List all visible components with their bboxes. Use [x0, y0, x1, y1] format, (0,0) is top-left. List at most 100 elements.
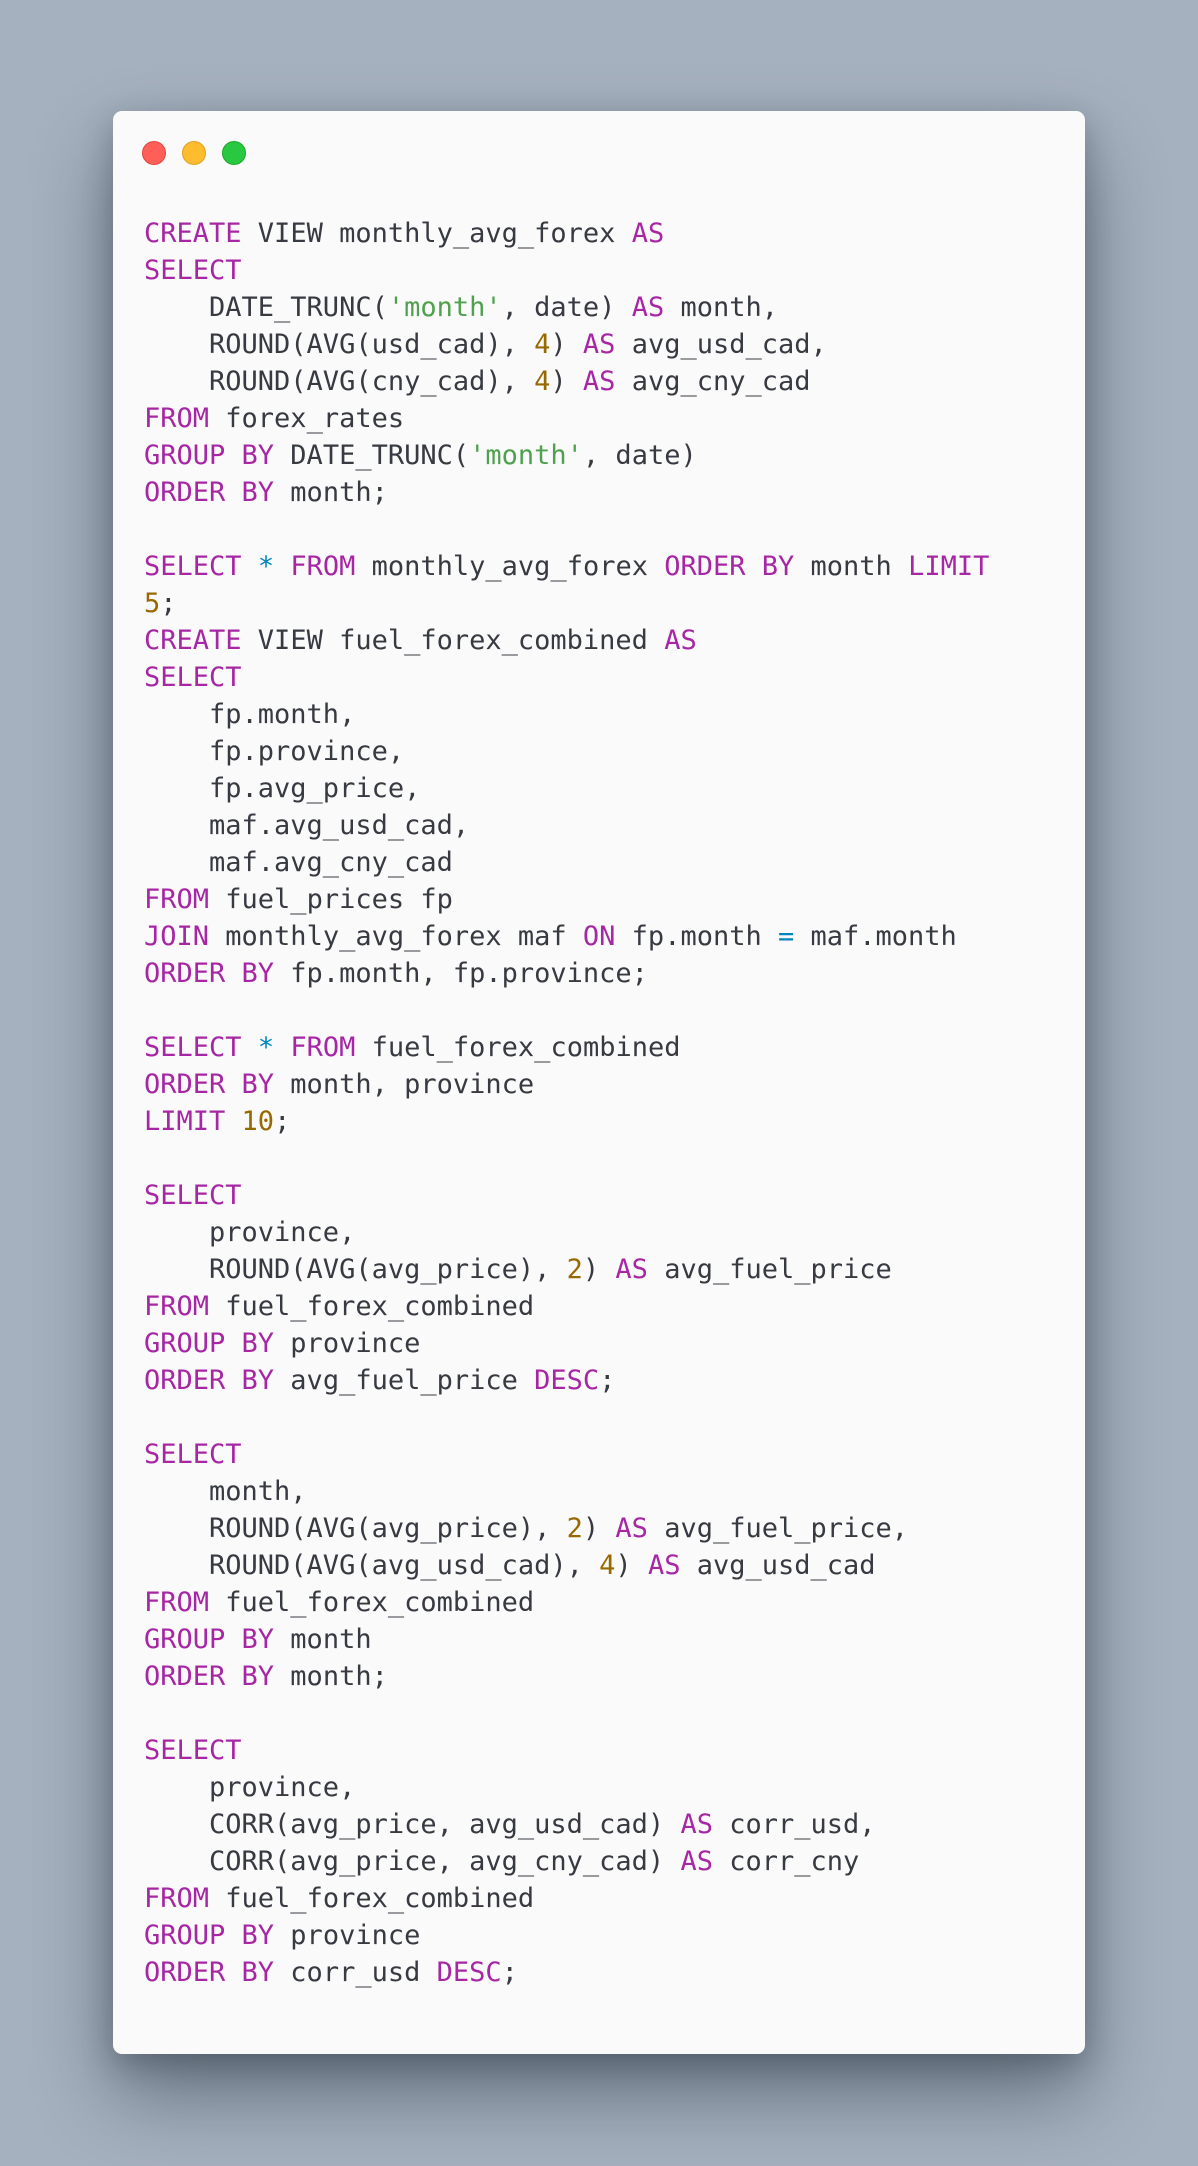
code-line: province,: [144, 1769, 989, 1806]
code-text: fuel_forex_combined: [355, 1032, 681, 1063]
code-text: avg_fuel_price,: [647, 1513, 909, 1544]
code-text: CORR(avg_price, avg_cny_cad): [144, 1846, 681, 1877]
sql-keyword: SELECT: [144, 1735, 242, 1766]
sql-keyword: LIMIT: [144, 1106, 226, 1137]
code-text: fuel_forex_combined: [209, 1291, 535, 1322]
code-text: DATE_TRUNC(: [274, 440, 470, 471]
sql-keyword: ORDER BY: [144, 477, 275, 508]
sql-keyword: SELECT: [144, 551, 242, 582]
sql-keyword: AS: [664, 625, 697, 656]
code-line: FROM forex_rates: [144, 400, 989, 437]
code-text: fuel_prices fp: [209, 884, 453, 915]
code-line: 5;: [144, 585, 989, 622]
sql-keyword: ORDER BY: [144, 1661, 275, 1692]
sql-keyword: DESC: [436, 1957, 502, 1988]
sql-keyword: LIMIT: [908, 551, 990, 582]
code-text: monthly_avg_forex maf: [209, 921, 583, 952]
sql-keyword: ORDER BY: [144, 958, 275, 989]
sql-keyword: FROM: [144, 1883, 210, 1914]
code-line: maf.avg_cny_cad: [144, 844, 989, 881]
sql-keyword: SELECT: [144, 1180, 242, 1211]
code-text: ): [550, 329, 583, 360]
code-text: province: [274, 1328, 421, 1359]
number-literal: 4: [534, 366, 551, 397]
sql-keyword: GROUP BY: [144, 1328, 275, 1359]
code-line: GROUP BY province: [144, 1917, 989, 1954]
sql-keyword: AS: [615, 1254, 648, 1285]
code-text: VIEW monthly_avg_forex: [241, 218, 632, 249]
code-text: maf.month: [794, 921, 957, 952]
code-line: ROUND(AVG(avg_usd_cad), 4) AS avg_usd_ca…: [144, 1547, 989, 1584]
sql-keyword: GROUP BY: [144, 1624, 275, 1655]
code-window: CREATE VIEW monthly_avg_forex AS SELECT D…: [113, 111, 1085, 2054]
code-text: ): [550, 366, 583, 397]
minimize-window-dot-icon[interactable]: [182, 141, 206, 165]
code-text: monthly_avg_forex: [355, 551, 665, 582]
code-line: SELECT: [144, 1177, 989, 1214]
code-line: ORDER BY month, province: [144, 1066, 989, 1103]
sql-keyword: ORDER BY: [144, 1069, 275, 1100]
code-line: GROUP BY month: [144, 1621, 989, 1658]
sql-keyword: SELECT: [144, 1032, 242, 1063]
code-text: avg_cny_cad: [615, 366, 811, 397]
code-line: fp.avg_price,: [144, 770, 989, 807]
code-text: ;: [501, 1957, 518, 1988]
code-text: fp.avg_price,: [144, 773, 421, 804]
code-text: ROUND(AVG(avg_price),: [144, 1254, 567, 1285]
code-text: ;: [599, 1365, 616, 1396]
sql-keyword: FROM: [144, 403, 210, 434]
code-line: SELECT: [144, 659, 989, 696]
string-literal: 'month': [469, 440, 583, 471]
code-line: SELECT * FROM monthly_avg_forex ORDER BY…: [144, 548, 989, 585]
code-text: fp.month: [615, 921, 778, 952]
number-literal: 10: [241, 1106, 275, 1137]
code-line: ORDER BY month;: [144, 1658, 989, 1695]
code-text: ROUND(AVG(cny_cad),: [144, 366, 535, 397]
code-line: CORR(avg_price, avg_usd_cad) AS corr_usd…: [144, 1806, 989, 1843]
sql-keyword: AS: [631, 218, 665, 249]
code-line: FROM fuel_forex_combined: [144, 1584, 989, 1621]
code-line: SELECT: [144, 1436, 989, 1473]
sql-keyword: ORDER BY: [144, 1365, 275, 1396]
sql-keyword: GROUP BY: [144, 1920, 275, 1951]
code-line: CREATE VIEW monthly_avg_forex AS: [144, 215, 989, 252]
code-text: ROUND(AVG(avg_usd_cad),: [144, 1550, 600, 1581]
number-literal: 2: [566, 1254, 583, 1285]
code-text: ): [582, 1513, 616, 1544]
code-text: month,: [144, 1476, 307, 1507]
code-line: DATE_TRUNC('month', date) AS month,: [144, 289, 989, 326]
sql-keyword: ON: [582, 921, 616, 952]
zoom-window-dot-icon[interactable]: [222, 141, 246, 165]
number-literal: 4: [534, 329, 551, 360]
sql-keyword: JOIN: [144, 921, 210, 952]
sql-keyword: AS: [615, 1513, 648, 1544]
operator: *: [257, 1032, 275, 1063]
code-line: ORDER BY corr_usd DESC;: [144, 1954, 989, 1991]
operator: =: [777, 921, 795, 952]
code-line: CREATE VIEW fuel_forex_combined AS: [144, 622, 989, 659]
sql-keyword: SELECT: [144, 255, 242, 286]
sql-keyword: FROM: [290, 1032, 356, 1063]
sql-keyword: FROM: [144, 1587, 210, 1618]
code-line: SELECT: [144, 1732, 989, 1769]
sql-keyword: AS: [680, 1809, 713, 1840]
code-line: CORR(avg_price, avg_cny_cad) AS corr_cny: [144, 1843, 989, 1880]
code-line: ORDER BY month;: [144, 474, 989, 511]
code-text: corr_usd,: [712, 1809, 876, 1840]
code-text: ): [615, 1550, 648, 1581]
code-text: month;: [274, 477, 388, 508]
code-line: LIMIT 10;: [144, 1103, 989, 1140]
string-literal: 'month': [387, 292, 502, 323]
code-line: fp.month,: [144, 696, 989, 733]
close-window-dot-icon[interactable]: [142, 141, 166, 165]
code-text: fuel_forex_combined: [209, 1883, 535, 1914]
sql-keyword: SELECT: [144, 1439, 242, 1470]
code-text: month: [274, 1624, 372, 1655]
sql-keyword: FROM: [290, 551, 356, 582]
code-line: month,: [144, 1473, 989, 1510]
